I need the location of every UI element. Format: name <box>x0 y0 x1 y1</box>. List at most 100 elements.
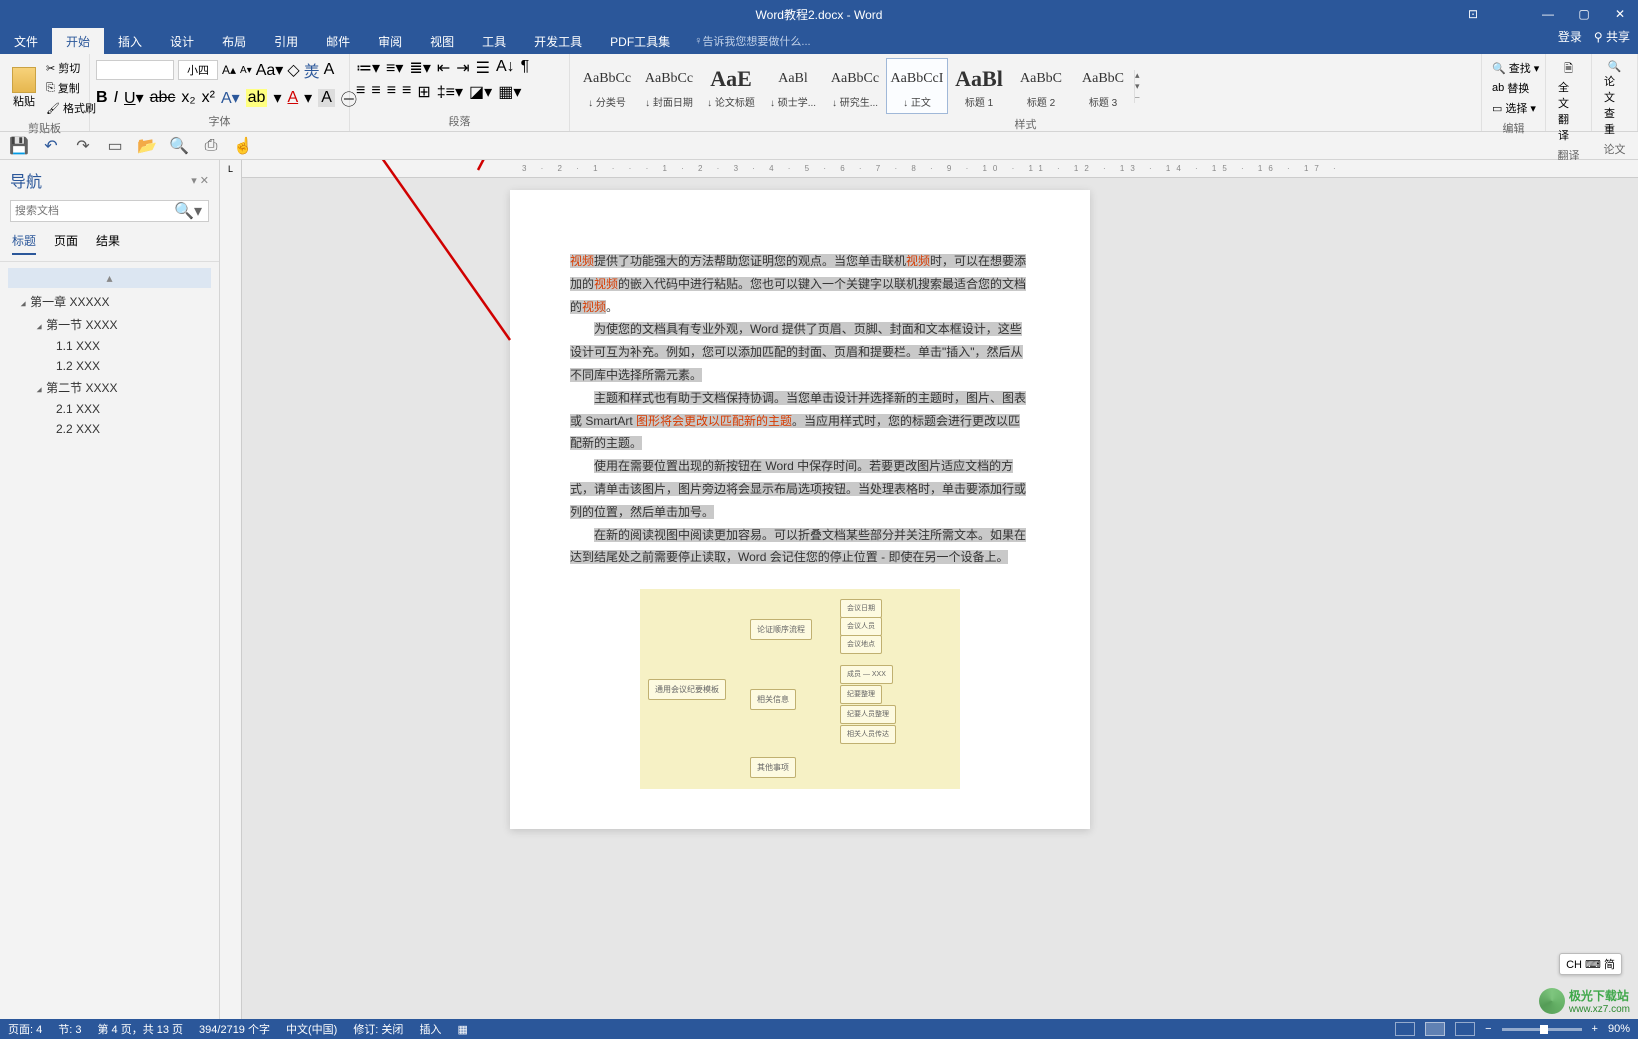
style-item[interactable]: AaBl标题 1 <box>948 58 1010 114</box>
text-effects-button[interactable]: A▾ <box>221 88 240 108</box>
grow-font-icon[interactable]: A▴ <box>222 63 236 77</box>
close-button[interactable]: ✕ <box>1602 0 1638 28</box>
open-icon[interactable]: 📂 <box>138 137 156 155</box>
tab-file[interactable]: 文件 <box>0 28 52 54</box>
tell-me[interactable]: ♀ 告诉我您想要做什么... <box>694 28 810 54</box>
nav-collapse-bar[interactable]: ▴ <box>8 268 211 288</box>
align-center-button[interactable]: ≡ <box>371 82 380 102</box>
share-button[interactable]: ⚲ 共享 <box>1594 28 1630 45</box>
status-track[interactable]: 修订: 关闭 <box>353 1021 403 1037</box>
redo-icon[interactable]: ↷ <box>74 137 92 155</box>
distribute-button[interactable]: ⊞ <box>417 82 430 102</box>
nav-tree-item[interactable]: 第一节 XXXX <box>0 313 219 336</box>
find-button[interactable]: 🔍 查找 ▾ <box>1488 58 1543 78</box>
zoom-slider[interactable] <box>1502 1028 1582 1031</box>
sort-button[interactable]: ☰ <box>476 58 490 78</box>
undo-icon[interactable]: ↶ <box>42 137 60 155</box>
font-family-input[interactable] <box>96 60 174 80</box>
view-print-icon[interactable] <box>1425 1022 1445 1036</box>
tab-design[interactable]: 设计 <box>156 28 208 54</box>
style-item[interactable]: AaBbCc↓ 封面日期 <box>638 58 700 114</box>
tab-home[interactable]: 开始 <box>52 28 104 54</box>
styles-gallery[interactable]: AaBbCc↓ 分类号AaBbCc↓ 封面日期AaE↓ 论文标题AaBl↓ 硕士… <box>576 58 1475 114</box>
select-button[interactable]: ▭ 选择 ▾ <box>1488 98 1540 118</box>
zoom-out-button[interactable]: − <box>1485 1023 1491 1035</box>
align-right-button[interactable]: ≡ <box>387 82 396 102</box>
vertical-ruler[interactable] <box>220 172 242 1019</box>
shading-button[interactable]: ◪▾ <box>469 82 492 102</box>
style-item[interactable]: AaBbCc↓ 分类号 <box>576 58 638 114</box>
tab-developer[interactable]: 开发工具 <box>520 28 596 54</box>
tab-layout[interactable]: 布局 <box>208 28 260 54</box>
nav-tab-results[interactable]: 结果 <box>96 232 120 255</box>
touch-icon[interactable]: ☝ <box>234 137 252 155</box>
change-case-icon[interactable]: Aa▾ <box>256 60 284 80</box>
style-item[interactable]: AaE↓ 论文标题 <box>700 58 762 114</box>
decrease-indent-button[interactable]: ⇤ <box>437 58 450 78</box>
subscript-button[interactable]: x₂ <box>181 89 195 107</box>
nav-tab-pages[interactable]: 页面 <box>54 232 78 255</box>
save-icon[interactable]: 💾 <box>10 137 28 155</box>
style-item[interactable]: AaBbCcI↓ 正文 <box>886 58 948 114</box>
highlight-button[interactable]: ab <box>246 89 268 107</box>
tab-tools[interactable]: 工具 <box>468 28 520 54</box>
nav-tree-item[interactable]: 第二节 XXXX <box>0 376 219 399</box>
line-spacing-button[interactable]: ‡≡▾ <box>437 82 463 102</box>
macro-icon[interactable]: ▦ <box>457 1023 467 1036</box>
phonetic-icon[interactable]: 羙 <box>304 58 320 82</box>
multilevel-button[interactable]: ≣▾ <box>409 58 430 78</box>
style-item[interactable]: AaBbC标题 3 <box>1072 58 1134 114</box>
nav-close-icon[interactable]: ▾ ✕ <box>191 174 209 187</box>
nav-tree-item[interactable]: 2.2 XXX <box>0 419 219 439</box>
style-item[interactable]: AaBbCc↓ 研究生... <box>824 58 886 114</box>
status-insert[interactable]: 插入 <box>419 1021 441 1037</box>
nav-tree-item[interactable]: 1.2 XXX <box>0 356 219 376</box>
tab-insert[interactable]: 插入 <box>104 28 156 54</box>
status-words[interactable]: 394/2719 个字 <box>199 1021 270 1037</box>
tab-mailings[interactable]: 邮件 <box>312 28 364 54</box>
styles-more-button[interactable]: ▴▾⎯ <box>1134 70 1150 103</box>
status-section[interactable]: 节: 3 <box>58 1021 81 1037</box>
view-web-icon[interactable] <box>1455 1022 1475 1036</box>
horizontal-ruler[interactable]: 3 · 2 · 1 · · · 1 · 2 · 3 · 4 · 5 · 6 · … <box>242 160 1638 178</box>
status-page[interactable]: 页面: 4 <box>8 1021 42 1037</box>
nav-tree-item[interactable]: 1.1 XXX <box>0 336 219 356</box>
increase-indent-button[interactable]: ⇥ <box>456 58 469 78</box>
superscript-button[interactable]: x² <box>202 89 215 107</box>
borders-button[interactable]: ▦▾ <box>498 82 521 102</box>
italic-button[interactable]: I <box>114 89 118 107</box>
tab-view[interactable]: 视图 <box>416 28 468 54</box>
font-color-button[interactable]: A <box>287 89 298 107</box>
shrink-font-icon[interactable]: A▾ <box>240 65 252 76</box>
paper-check-button[interactable]: 🔍 论文查重 <box>1598 58 1631 139</box>
sort-asc-icon[interactable]: A↓ <box>496 58 515 78</box>
show-marks-button[interactable]: ¶ <box>521 58 530 78</box>
login-button[interactable]: 登录 <box>1558 28 1582 45</box>
clear-format-icon[interactable]: ◇ <box>287 60 299 80</box>
char-border-icon[interactable]: A <box>324 61 335 79</box>
style-item[interactable]: AaBl↓ 硕士学... <box>762 58 824 114</box>
tab-references[interactable]: 引用 <box>260 28 312 54</box>
search-icon[interactable]: 🔍▾ <box>168 201 208 221</box>
print-icon[interactable]: ⎙ <box>202 137 220 155</box>
smart-box-icon[interactable]: ⊡ <box>1468 7 1478 21</box>
preview-icon[interactable]: 🔍 <box>170 137 188 155</box>
document-page[interactable]: 视频提供了功能强大的方法帮助您证明您的观点。当您单击联机视频时，可以在想要添加的… <box>510 190 1090 829</box>
underline-button[interactable]: U▾ <box>124 88 144 108</box>
bullets-button[interactable]: ≔▾ <box>356 58 380 78</box>
document-area[interactable]: L 3 · 2 · 1 · · · 1 · 2 · 3 · 4 · 5 · 6 … <box>220 160 1638 1019</box>
align-left-button[interactable]: ≡ <box>356 82 365 102</box>
tab-review[interactable]: 审阅 <box>364 28 416 54</box>
minimize-button[interactable]: — <box>1530 0 1566 28</box>
replace-button[interactable]: ab 替换 <box>1488 78 1533 98</box>
new-icon[interactable]: ▭ <box>106 137 124 155</box>
nav-tree-item[interactable]: 2.1 XXX <box>0 399 219 419</box>
maximize-button[interactable]: ▢ <box>1566 0 1602 28</box>
char-shading-button[interactable]: A <box>318 89 335 107</box>
nav-tab-headings[interactable]: 标题 <box>12 232 36 255</box>
style-item[interactable]: AaBbC标题 2 <box>1010 58 1072 114</box>
zoom-in-button[interactable]: + <box>1592 1023 1598 1035</box>
nav-tree-item[interactable]: 第一章 XXXXX <box>0 290 219 313</box>
zoom-level[interactable]: 90% <box>1608 1023 1630 1035</box>
font-size-input[interactable] <box>178 60 218 80</box>
